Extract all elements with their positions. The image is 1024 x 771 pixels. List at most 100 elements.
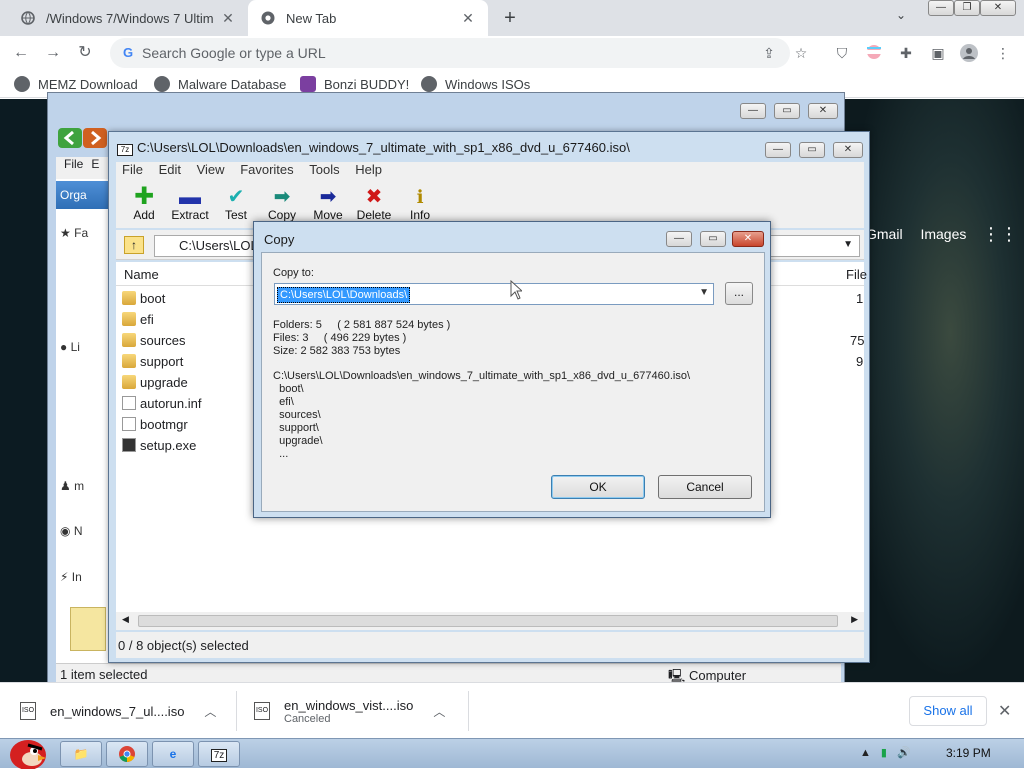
chevron-up-icon[interactable]: ︿ <box>433 703 445 720</box>
menu-file[interactable]: File <box>122 162 143 177</box>
list-item[interactable]: boot <box>122 288 165 308</box>
kebab-menu-icon[interactable]: ⋮ <box>994 44 1012 62</box>
explorer-menu-edit[interactable]: E <box>91 157 99 171</box>
tab-windows7[interactable]: /Windows 7/Windows 7 Ultim ✕ <box>8 0 248 36</box>
list-item[interactable]: setup.exe <box>122 435 196 455</box>
column-size[interactable]: File <box>846 267 867 282</box>
taskbar-chrome[interactable] <box>106 741 148 767</box>
dialog-minimize-button[interactable]: — <box>666 231 692 247</box>
tab-close-icon[interactable]: ✕ <box>460 10 476 27</box>
gmail-link[interactable]: Gmail <box>866 226 903 242</box>
explorer-nav-buttons[interactable] <box>58 128 108 150</box>
new-tab-button[interactable]: + <box>498 6 522 30</box>
explorer-menu: File E <box>56 157 116 179</box>
explorer-internet[interactable]: ⚡ In <box>60 570 82 584</box>
list-item[interactable]: efi <box>122 309 154 329</box>
tab-new-tab[interactable]: New Tab ✕ <box>248 0 488 36</box>
explorer-favorites[interactable]: ★ Fa <box>60 226 88 240</box>
images-link[interactable]: Images <box>920 226 966 242</box>
ublock-shield-icon[interactable]: ⛉ <box>833 44 851 62</box>
angry-bird-start-icon[interactable] <box>4 731 48 769</box>
copy-button[interactable]: ➡ Copy <box>256 186 308 222</box>
mouse-cursor-icon <box>510 280 522 300</box>
explorer-maximize-button[interactable]: ▭ <box>774 103 800 119</box>
list-item[interactable]: bootmgr <box>122 414 188 434</box>
add-button[interactable]: ✚ Add <box>118 185 170 223</box>
list-item[interactable]: autorun.inf <box>122 393 201 413</box>
copy-to-combobox[interactable]: C:\Users\LOL\Downloads\ ▼ <box>274 283 714 305</box>
reload-icon[interactable]: ↻ <box>74 42 96 64</box>
scrollbar-thumb[interactable] <box>138 615 838 627</box>
test-button[interactable]: ✔ Test <box>210 186 262 222</box>
extension-flag-icon[interactable] <box>865 44 883 62</box>
tray-arrow-icon[interactable]: ▲ <box>860 747 881 759</box>
taskbar-7zip[interactable]: 7z <box>198 741 240 767</box>
sevenzip-icon: 7z <box>210 749 228 762</box>
side-panel-icon[interactable]: ▣ <box>929 44 947 62</box>
sevenzip-minimize-button[interactable]: — <box>765 142 791 158</box>
sevenzip-maximize-button[interactable]: ▭ <box>799 142 825 158</box>
dialog-close-button[interactable]: ✕ <box>732 231 764 247</box>
menu-edit[interactable]: Edit <box>159 162 181 177</box>
show-all-button[interactable]: Show all <box>909 696 987 726</box>
info-button[interactable]: ℹ Info <box>394 186 446 222</box>
download-item[interactable]: ISO en_windows_vist....iso Canceled ︿ <box>254 683 445 739</box>
path-line: C:\Users\LOL\Downloads\en_windows_7_ulti… <box>273 370 691 382</box>
browse-button[interactable]: ... <box>725 282 753 305</box>
battery-icon[interactable]: ▮ <box>881 747 897 759</box>
list-item[interactable]: upgrade <box>122 372 188 392</box>
taskbar-clock[interactable]: 3:19 PM <box>946 746 991 760</box>
bookmark-memz[interactable]: MEMZ Download <box>14 76 138 92</box>
taskbar-explorer[interactable]: 📁 <box>60 741 102 767</box>
minimize-button[interactable]: — <box>928 0 954 16</box>
menu-help[interactable]: Help <box>355 162 382 177</box>
bookmark-malware-database[interactable]: Malware Database <box>154 76 286 92</box>
puzzle-extensions-icon[interactable]: ✚ <box>897 44 915 62</box>
close-button[interactable]: ✕ <box>980 0 1016 16</box>
profile-avatar-icon[interactable] <box>960 44 978 62</box>
explorer-homegroup[interactable]: ♟ m <box>60 479 84 493</box>
explorer-close-button[interactable]: ✕ <box>808 103 838 119</box>
explorer-network[interactable]: ◉ N <box>60 524 83 538</box>
tab-search-chevron-icon[interactable]: ⌄ <box>896 8 906 22</box>
explorer-organize-button[interactable]: Orga <box>56 181 116 209</box>
list-item[interactable]: support <box>122 351 183 371</box>
apps-grid-icon[interactable]: ⋮⋮⋮ <box>982 225 1024 243</box>
restore-button[interactable]: ❐ <box>954 0 980 16</box>
scroll-right-icon[interactable]: ▶ <box>851 614 858 625</box>
explorer-minimize-button[interactable]: — <box>740 103 766 119</box>
volume-icon[interactable]: 🔊 <box>897 747 921 759</box>
column-name[interactable]: Name <box>124 267 159 282</box>
delete-button[interactable]: ✖ Delete <box>348 186 400 222</box>
ok-button[interactable]: OK <box>551 475 645 499</box>
omnibox[interactable]: G Search Google or type a URL ⇪ <box>110 38 790 68</box>
list-item[interactable]: sources <box>122 330 186 350</box>
move-button[interactable]: ➡ Move <box>302 186 354 222</box>
back-arrow-icon[interactable]: ← <box>10 42 32 64</box>
bookmark-windows-isos[interactable]: Windows ISOs <box>421 76 530 92</box>
address-dropdown-icon[interactable]: ▼ <box>843 239 853 250</box>
scroll-left-icon[interactable]: ◀ <box>122 614 129 625</box>
explorer-libraries[interactable]: ● Li <box>60 340 80 354</box>
tab-title: New Tab <box>286 10 337 26</box>
download-item[interactable]: ISO en_windows_7_ul....iso ︿ <box>20 683 216 739</box>
menu-view[interactable]: View <box>197 162 225 177</box>
menu-favorites[interactable]: Favorites <box>240 162 293 177</box>
combobox-arrow-icon[interactable]: ▼ <box>699 287 709 298</box>
chevron-up-icon[interactable]: ︿ <box>204 703 216 720</box>
horizontal-scrollbar[interactable]: ◀ ▶ <box>116 612 864 630</box>
bookmark-bonzi-buddy[interactable]: Bonzi BUDDY! <box>300 76 409 92</box>
close-icon[interactable]: ✕ <box>998 701 1011 721</box>
taskbar-edge[interactable]: e <box>152 741 194 767</box>
forward-arrow-icon[interactable]: → <box>42 42 64 64</box>
up-folder-icon[interactable]: ↑ <box>124 236 144 254</box>
cancel-button[interactable]: Cancel <box>658 475 752 499</box>
bookmark-star-icon[interactable]: ☆ <box>792 44 810 62</box>
explorer-menu-file[interactable]: File <box>64 157 83 171</box>
sevenzip-close-button[interactable]: ✕ <box>833 142 863 158</box>
menu-tools[interactable]: Tools <box>309 162 339 177</box>
extract-button[interactable]: ▬ Extract <box>164 186 216 223</box>
dialog-maximize-button[interactable]: ▭ <box>700 231 726 247</box>
tab-close-icon[interactable]: ✕ <box>220 10 236 27</box>
share-icon[interactable]: ⇪ <box>760 44 778 62</box>
